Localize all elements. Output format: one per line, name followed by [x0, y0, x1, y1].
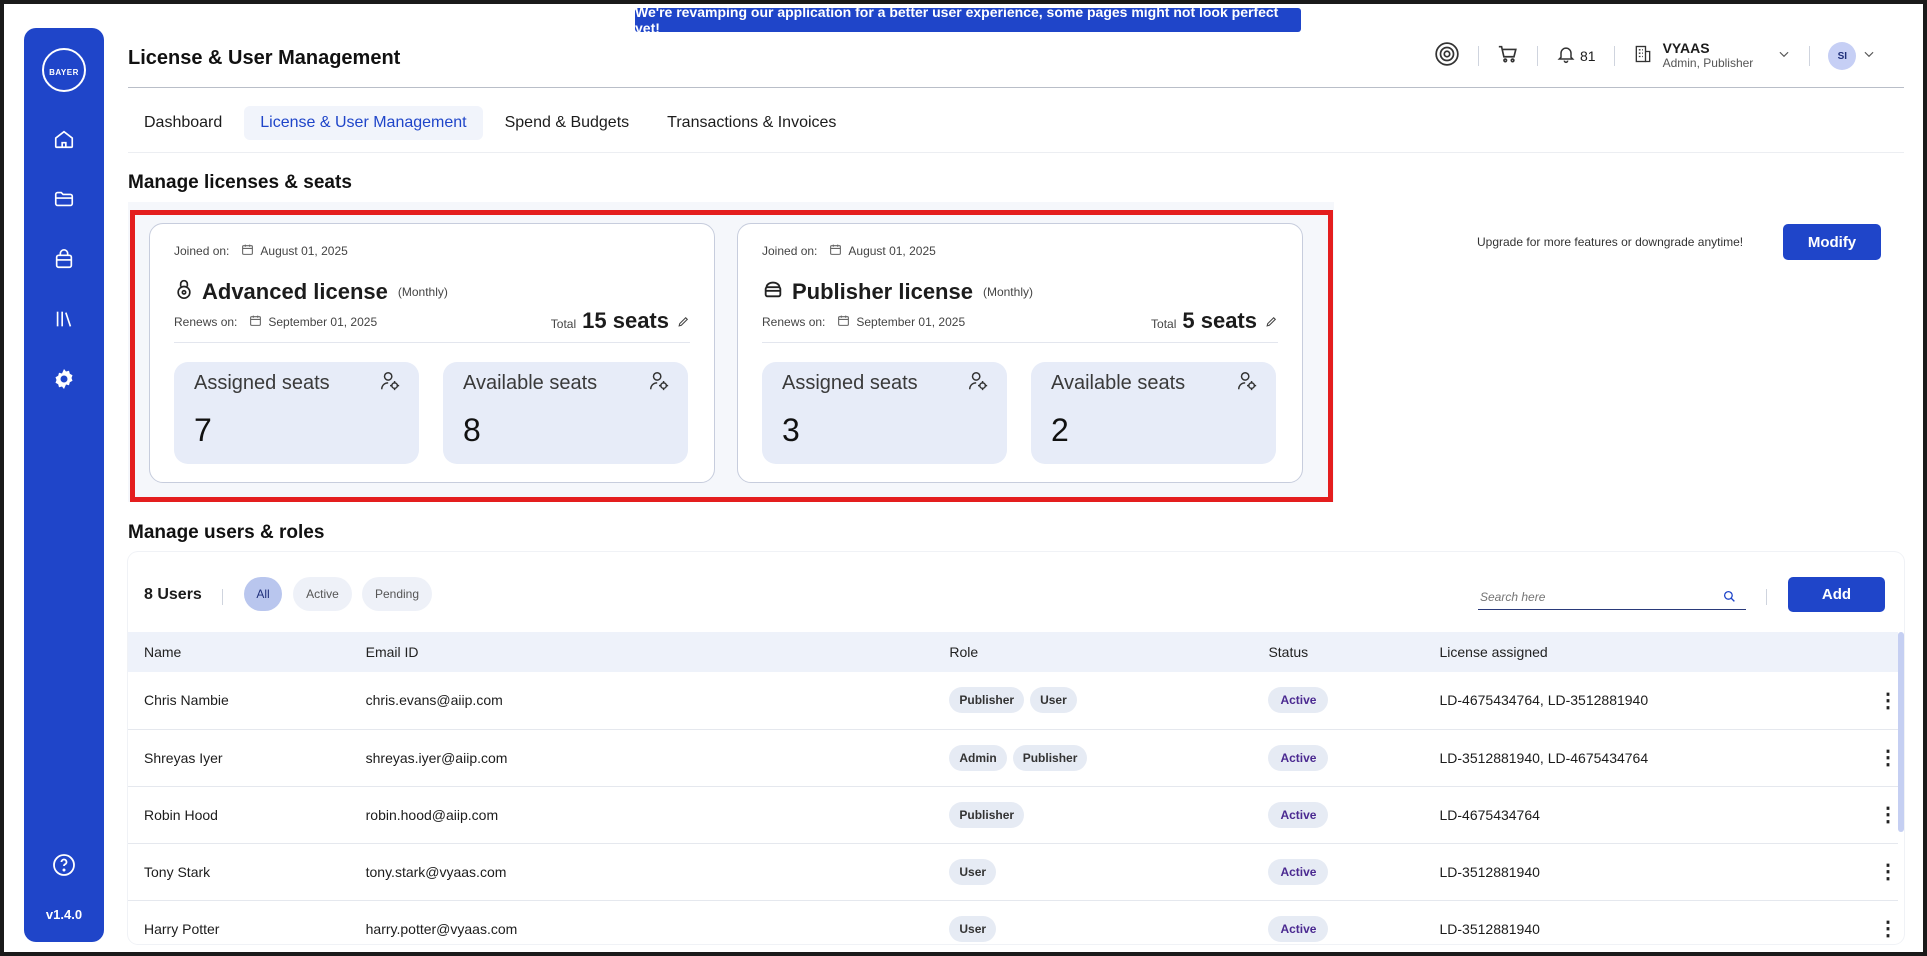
more-actions-icon[interactable]: ⋮ — [1878, 804, 1898, 826]
filter-active[interactable]: Active — [293, 577, 352, 611]
status-badge: Active — [1268, 801, 1329, 828]
table-scrollbar[interactable] — [1898, 632, 1904, 832]
role-badge: Publisher — [949, 801, 1025, 828]
role-badge: Admin — [949, 744, 1007, 771]
user-name: Harry Potter — [144, 920, 220, 937]
filter-all[interactable]: All — [244, 577, 282, 611]
support-icon[interactable] — [1434, 41, 1460, 72]
column-header-name[interactable]: Name — [128, 632, 350, 672]
header-actions: 81 VYAAS Admin, Publisher SI — [1434, 40, 1876, 72]
table-row[interactable]: Chris Nambie chris.evans@aiip.com Publis… — [128, 672, 1898, 729]
license-assigned: LD-4675434764, LD-3512881940 — [1439, 692, 1649, 709]
user-email: harry.potter@vyaas.com — [365, 920, 518, 937]
bayer-logo[interactable]: BAYER — [42, 48, 86, 92]
user-email: shreyas.iyer@aiip.com — [365, 749, 508, 766]
users-table: Name Email ID Role Status License assign… — [128, 632, 1898, 956]
user-name: Shreyas Iyer — [144, 749, 223, 766]
more-actions-icon[interactable]: ⋮ — [1878, 747, 1898, 769]
user-roles: Admin Publisher — [933, 729, 1252, 786]
column-header-role[interactable]: Role — [933, 632, 1252, 672]
license-assigned: LD-3512881940 — [1439, 920, 1540, 937]
status-badge: Active — [1268, 858, 1329, 885]
users-panel: 8 Users All Active Pending Add Name Emai… — [128, 552, 1904, 944]
status-badge: Active — [1268, 687, 1329, 714]
column-header-email[interactable]: Email ID — [350, 632, 934, 672]
user-roles: User — [933, 900, 1252, 956]
search-box — [1478, 586, 1746, 610]
table-row[interactable]: Robin Hood robin.hood@aiip.com Publisher… — [128, 786, 1898, 843]
page-title: License & User Management — [128, 47, 401, 69]
highlight-box — [130, 210, 1333, 502]
upgrade-hint: Upgrade for more features or downgrade a… — [1477, 235, 1744, 249]
role-badge: User — [949, 858, 997, 885]
tab-license-user-management[interactable]: License & User Management — [244, 106, 483, 140]
section-title-users: Manage users & roles — [128, 522, 325, 543]
more-actions-icon[interactable]: ⋮ — [1878, 690, 1898, 712]
license-assigned: LD-3512881940, LD-4675434764 — [1439, 749, 1649, 766]
filter-pending[interactable]: Pending — [362, 577, 432, 611]
avatar[interactable]: SI — [1828, 42, 1857, 70]
role-badge: User — [1030, 687, 1077, 714]
home-icon[interactable] — [51, 126, 77, 152]
user-name: Chris Nambie — [144, 692, 229, 709]
license-assigned: LD-3512881940 — [1439, 863, 1540, 880]
tabs-divider — [128, 152, 1904, 153]
company-switcher[interactable]: VYAAS Admin, Publisher — [1663, 41, 1754, 71]
user-name: Tony Stark — [144, 863, 211, 880]
building-icon — [1633, 44, 1653, 69]
tab-spend-budgets[interactable]: Spend & Budgets — [489, 106, 646, 140]
chevron-down-icon[interactable] — [1862, 47, 1876, 66]
help-icon[interactable] — [52, 853, 76, 877]
bell-icon[interactable] — [1556, 44, 1576, 69]
tab-dashboard[interactable]: Dashboard — [128, 106, 238, 140]
user-email: tony.stark@vyaas.com — [365, 863, 507, 880]
more-actions-icon[interactable]: ⋮ — [1878, 861, 1898, 883]
version-label: v1.4.0 — [45, 907, 83, 922]
table-row[interactable]: Shreyas Iyer shreyas.iyer@aiip.com Admin… — [128, 729, 1898, 786]
status-badge: Active — [1268, 744, 1329, 771]
user-roles: User — [933, 843, 1252, 900]
tab-bar: Dashboard License & User Management Spen… — [128, 106, 852, 140]
column-header-status[interactable]: Status — [1252, 632, 1423, 672]
status-badge: Active — [1268, 915, 1329, 942]
user-roles: Publisher User — [933, 672, 1252, 729]
cart-icon[interactable] — [1497, 43, 1519, 70]
table-row[interactable]: Harry Potter harry.potter@vyaas.com User… — [128, 900, 1898, 956]
settings-icon[interactable] — [51, 366, 77, 392]
add-user-button[interactable]: Add — [1788, 577, 1885, 612]
notification-count: 81 — [1580, 48, 1596, 64]
user-name: Robin Hood — [144, 806, 218, 823]
sidebar: BAYER v1.4.0 — [24, 28, 104, 942]
library-icon[interactable] — [51, 306, 77, 332]
bag-icon[interactable] — [51, 246, 77, 272]
folder-icon[interactable] — [51, 186, 77, 212]
role-badge: User — [949, 915, 997, 942]
role-badge: Publisher — [1012, 744, 1088, 771]
user-email: robin.hood@aiip.com — [365, 806, 499, 823]
table-row[interactable]: Tony Stark tony.stark@vyaas.com User Act… — [128, 843, 1898, 900]
role-badge: Publisher — [949, 687, 1025, 714]
header-divider — [128, 87, 1904, 88]
search-icon[interactable] — [1723, 590, 1736, 608]
user-roles: Publisher — [933, 786, 1252, 843]
column-header-license[interactable]: License assigned — [1424, 632, 1869, 672]
license-assigned: LD-4675434764 — [1439, 806, 1540, 823]
modify-button[interactable]: Modify — [1783, 224, 1881, 260]
section-title-licenses: Manage licenses & seats — [128, 172, 352, 193]
more-actions-icon[interactable]: ⋮ — [1878, 918, 1898, 940]
tab-transactions-invoices[interactable]: Transactions & Invoices — [651, 106, 852, 140]
users-count: 8 Users — [144, 586, 202, 603]
column-header-actions — [1868, 632, 1898, 672]
announcement-banner: We're revamping our application for a be… — [635, 4, 1301, 36]
chevron-down-icon[interactable] — [1777, 47, 1791, 66]
user-email: chris.evans@aiip.com — [365, 692, 503, 709]
search-input[interactable] — [1478, 586, 1708, 608]
